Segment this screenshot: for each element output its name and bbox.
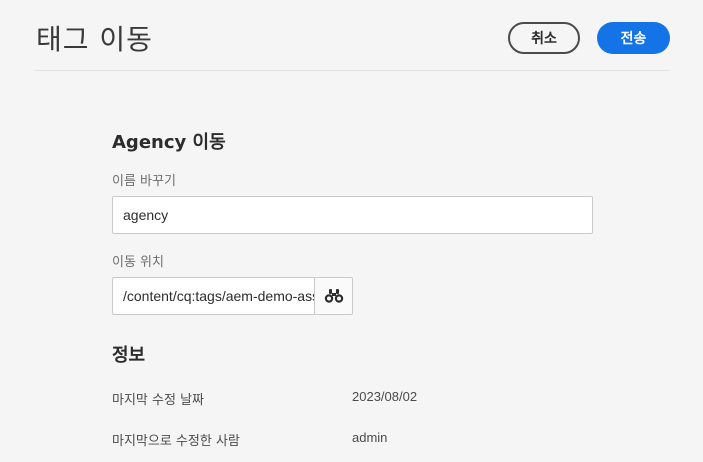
submit-button[interactable]: 전송 <box>597 22 670 54</box>
info-value-modified-by: admin <box>352 430 388 445</box>
binoculars-icon <box>324 289 343 303</box>
info-title: 정보 <box>112 345 146 366</box>
cancel-button[interactable]: 취소 <box>508 22 580 54</box>
page-title: 태그 이동 <box>36 23 153 56</box>
info-key-modified-date: 마지막 수정 날짜 <box>112 393 204 408</box>
move-to-input[interactable]: /content/cq:tags/aem-demo-assets <box>112 277 315 315</box>
browse-button[interactable] <box>314 277 353 315</box>
rename-label: 이름 바꾸기 <box>112 174 176 189</box>
info-value-modified-date: 2023/08/02 <box>352 389 418 404</box>
rename-input[interactable]: agency <box>112 196 593 234</box>
section-title: Agency 이동 <box>112 132 226 153</box>
move-to-label: 이동 위치 <box>112 255 164 270</box>
header-divider <box>34 70 670 71</box>
info-key-modified-by: 마지막으로 수정한 사람 <box>112 434 240 449</box>
